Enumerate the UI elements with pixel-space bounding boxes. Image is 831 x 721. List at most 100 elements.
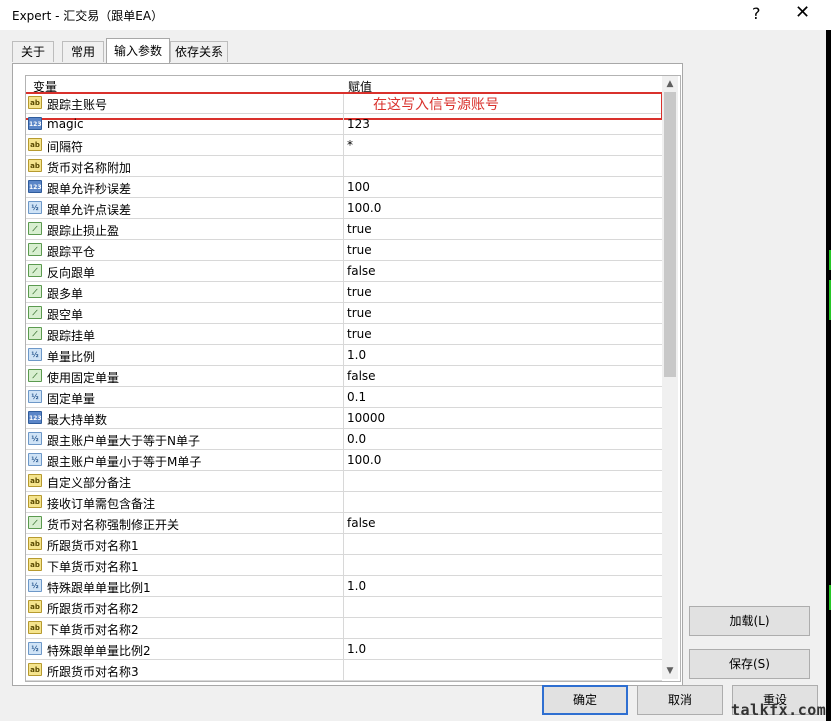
param-row[interactable]: ab 下单货币对名称2 xyxy=(26,618,662,639)
param-name-cell[interactable]: ⟋ 反向跟单 xyxy=(26,261,344,281)
param-value-cell[interactable]: 1.0 xyxy=(344,639,662,659)
param-value-cell[interactable] xyxy=(344,492,662,512)
param-name-cell[interactable]: ⟋ 跟踪止损止盈 xyxy=(26,219,344,239)
param-name-cell[interactable]: ab 下单货币对名称2 xyxy=(26,618,344,638)
param-name-cell[interactable]: ½ 跟主账户单量大于等于N单子 xyxy=(26,429,344,449)
cancel-button[interactable]: 取消 xyxy=(637,685,723,715)
param-value-cell[interactable]: true xyxy=(344,282,662,302)
param-name-cell[interactable]: ½ 特殊跟单单量比例2 xyxy=(26,639,344,659)
param-row[interactable]: ab 所跟货币对名称2 xyxy=(26,597,662,618)
scroll-up-icon[interactable]: ▲ xyxy=(662,76,678,92)
param-name-cell[interactable]: ab 跟踪主账号 xyxy=(26,93,344,113)
param-row[interactable]: ab 跟踪主账号 在这写入信号源账号 xyxy=(26,92,663,120)
param-value-cell[interactable]: 1.0 xyxy=(344,576,662,596)
param-value-cell[interactable] xyxy=(344,534,662,554)
param-value-cell[interactable] xyxy=(344,660,662,680)
param-row[interactable]: ½ 特殊跟单单量比例1 1.0 xyxy=(26,576,662,597)
param-row[interactable]: ½ 跟主账户单量小于等于M单子 100.0 xyxy=(26,450,662,471)
param-row[interactable]: ab 自定义部分备注 xyxy=(26,471,662,492)
param-value[interactable]: true xyxy=(347,327,372,341)
param-value[interactable]: true xyxy=(347,285,372,299)
param-value[interactable]: * xyxy=(347,138,353,152)
param-name-cell[interactable]: ab 所跟货币对名称3 xyxy=(26,660,344,680)
param-name-cell[interactable]: ½ 固定单量 xyxy=(26,387,344,407)
param-value[interactable]: 1.0 xyxy=(347,579,366,593)
param-value-cell[interactable] xyxy=(344,597,662,617)
param-value[interactable]: true xyxy=(347,243,372,257)
param-row[interactable]: ab 间隔符 * xyxy=(26,135,662,156)
param-row[interactable]: ab 货币对名称附加 xyxy=(26,156,662,177)
param-value-cell[interactable]: 100.0 xyxy=(344,198,662,218)
param-name-cell[interactable]: ab 接收订单需包含备注 xyxy=(26,492,344,512)
param-value[interactable]: 100.0 xyxy=(347,201,381,215)
param-row[interactable]: 123 magic 123 xyxy=(26,114,662,135)
param-value-cell[interactable] xyxy=(344,471,662,491)
param-name-cell[interactable]: ⟋ 跟踪平仓 xyxy=(26,240,344,260)
param-name-cell[interactable]: ⟋ 使用固定单量 xyxy=(26,366,344,386)
tab-about[interactable]: 关于 xyxy=(12,41,54,62)
param-row[interactable]: ⟋ 跟空单 true xyxy=(26,303,662,324)
param-row[interactable]: ½ 跟主账户单量大于等于N单子 0.0 xyxy=(26,429,662,450)
param-value-cell[interactable]: 100 xyxy=(344,177,662,197)
param-name-cell[interactable]: ½ 跟单允许点误差 xyxy=(26,198,344,218)
scroll-thumb[interactable] xyxy=(664,92,676,377)
param-row[interactable]: ab 所跟货币对名称1 xyxy=(26,534,662,555)
param-row[interactable]: ⟋ 跟踪止损止盈 true xyxy=(26,219,662,240)
param-name-cell[interactable]: ab 货币对名称附加 xyxy=(26,156,344,176)
param-value-cell[interactable]: false xyxy=(344,261,662,281)
help-button[interactable]: ? xyxy=(752,4,761,23)
param-row[interactable]: ½ 单量比例 1.0 xyxy=(26,345,662,366)
param-value[interactable]: 0.0 xyxy=(347,432,366,446)
param-row[interactable]: ½ 固定单量 0.1 xyxy=(26,387,662,408)
param-value-cell[interactable]: true xyxy=(344,324,662,344)
scroll-down-icon[interactable]: ▼ xyxy=(662,663,678,679)
save-button[interactable]: 保存(S) xyxy=(689,649,810,679)
param-value-cell[interactable]: 0.0 xyxy=(344,429,662,449)
tab-common[interactable]: 常用 xyxy=(62,41,104,62)
param-row[interactable]: ⟋ 跟踪平仓 true xyxy=(26,240,662,261)
param-row[interactable]: ⟋ 货币对名称强制修正开关 false xyxy=(26,513,662,534)
param-name-cell[interactable]: ⟋ 跟空单 xyxy=(26,303,344,323)
param-row[interactable]: ⟋ 反向跟单 false xyxy=(26,261,662,282)
param-value[interactable]: 123 xyxy=(347,117,370,131)
param-row[interactable]: ab 接收订单需包含备注 xyxy=(26,492,662,513)
param-value[interactable]: 1.0 xyxy=(347,642,366,656)
ok-button[interactable]: 确定 xyxy=(542,685,628,715)
param-name-cell[interactable]: ⟋ 跟踪挂单 xyxy=(26,324,344,344)
param-value-cell[interactable]: true xyxy=(344,240,662,260)
param-name-cell[interactable]: 123 magic xyxy=(26,114,344,134)
param-value-cell[interactable] xyxy=(344,555,662,575)
param-row[interactable]: ½ 跟单允许点误差 100.0 xyxy=(26,198,662,219)
param-value-cell[interactable]: false xyxy=(344,513,662,533)
param-value[interactable]: true xyxy=(347,222,372,236)
param-row[interactable]: ⟋ 跟踪挂单 true xyxy=(26,324,662,345)
close-button[interactable]: ✕ xyxy=(795,2,810,23)
param-value[interactable]: 0.1 xyxy=(347,390,366,404)
param-name-cell[interactable]: ab 自定义部分备注 xyxy=(26,471,344,491)
param-value[interactable]: 100.0 xyxy=(347,453,381,467)
param-name-cell[interactable]: ab 间隔符 xyxy=(26,135,344,155)
param-name-cell[interactable]: ½ 跟主账户单量小于等于M单子 xyxy=(26,450,344,470)
param-value-cell[interactable] xyxy=(344,156,662,176)
vertical-scrollbar[interactable]: ▲ ▼ xyxy=(662,76,678,679)
param-value-cell[interactable]: 1.0 xyxy=(344,345,662,365)
param-value-cell[interactable]: 100.0 xyxy=(344,450,662,470)
param-value[interactable]: true xyxy=(347,306,372,320)
param-value[interactable]: 100 xyxy=(347,180,370,194)
param-name-cell[interactable]: ½ 特殊跟单单量比例1 xyxy=(26,576,344,596)
param-value-cell[interactable]: 10000 xyxy=(344,408,662,428)
param-row[interactable]: ½ 特殊跟单单量比例2 1.0 xyxy=(26,639,662,660)
param-name-cell[interactable]: ⟋ 跟多单 xyxy=(26,282,344,302)
param-value[interactable]: 1.0 xyxy=(347,348,366,362)
param-row[interactable]: ab 所跟货币对名称3 xyxy=(26,660,662,681)
tab-dependencies[interactable]: 依存关系 xyxy=(170,41,228,62)
tab-inputs[interactable]: 输入参数 xyxy=(106,38,170,63)
param-value[interactable]: 10000 xyxy=(347,411,385,425)
param-row[interactable]: ⟋ 使用固定单量 false xyxy=(26,366,662,387)
param-value-cell[interactable]: * xyxy=(344,135,662,155)
param-name-cell[interactable]: 123 跟单允许秒误差 xyxy=(26,177,344,197)
load-button[interactable]: 加载(L) xyxy=(689,606,810,636)
param-value-cell[interactable] xyxy=(344,618,662,638)
param-row[interactable]: 123 跟单允许秒误差 100 xyxy=(26,177,662,198)
param-name-cell[interactable]: ⟋ 货币对名称强制修正开关 xyxy=(26,513,344,533)
